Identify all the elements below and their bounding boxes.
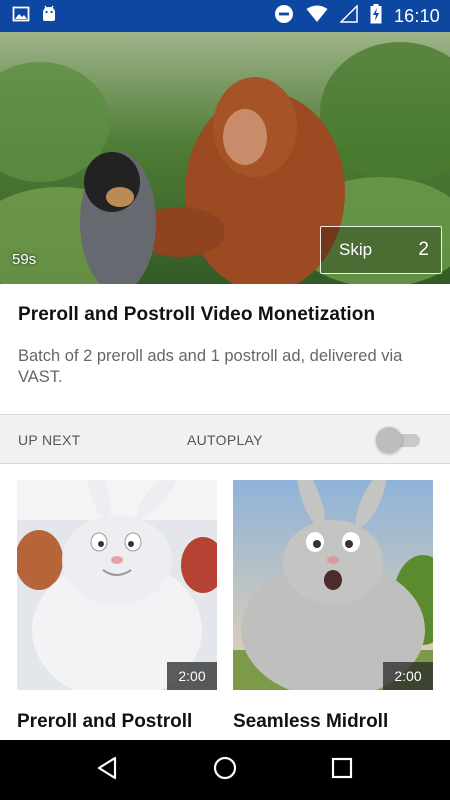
- status-bar: 16:10: [0, 0, 450, 32]
- duration-badge: 2:00: [167, 662, 217, 690]
- signal-icon: [339, 3, 358, 28]
- back-button[interactable]: [84, 746, 132, 794]
- skip-label: Skip: [339, 240, 373, 259]
- duration-badge: 2:00: [383, 662, 433, 690]
- system-nav-bar: [0, 740, 450, 800]
- ad-countdown: 59s: [12, 251, 37, 268]
- video-title: Preroll and Postroll Video Monetization: [18, 304, 376, 325]
- video-card[interactable]: 2:00 Preroll and Postroll: [17, 480, 217, 732]
- skip-ad-button[interactable]: Skip 2: [320, 226, 442, 274]
- up-next-bar: UP NEXT AUTOPLAY: [0, 414, 450, 464]
- card-title: Preroll and Postroll: [17, 711, 193, 732]
- home-button[interactable]: [201, 746, 249, 794]
- skip-countdown: 2: [418, 239, 429, 260]
- video-thumbnail: 2:00: [17, 480, 217, 690]
- status-time: 16:10: [393, 5, 440, 26]
- card-title: Seamless Midroll: [233, 711, 389, 732]
- recents-icon: [329, 755, 355, 786]
- battery-charging-icon: [370, 3, 382, 29]
- back-icon: [95, 755, 121, 786]
- autoplay-label: AUTOPLAY: [187, 432, 263, 448]
- recents-button[interactable]: [318, 746, 366, 794]
- video-card[interactable]: 2:00 Seamless Midroll: [233, 480, 433, 732]
- wifi-icon: [306, 5, 328, 28]
- video-description: Batch of 2 preroll ads and 1 postroll ad…: [18, 347, 403, 386]
- do-not-disturb-icon: [274, 4, 294, 29]
- autoplay-toggle[interactable]: [376, 426, 422, 454]
- up-next-label: UP NEXT: [18, 432, 81, 448]
- video-thumbnail: 2:00: [233, 480, 433, 690]
- toggle-thumb: [376, 427, 402, 453]
- video-player[interactable]: 59s Skip 2: [0, 32, 450, 284]
- android-icon: [40, 5, 58, 28]
- image-icon: [12, 5, 30, 28]
- home-icon: [212, 755, 238, 786]
